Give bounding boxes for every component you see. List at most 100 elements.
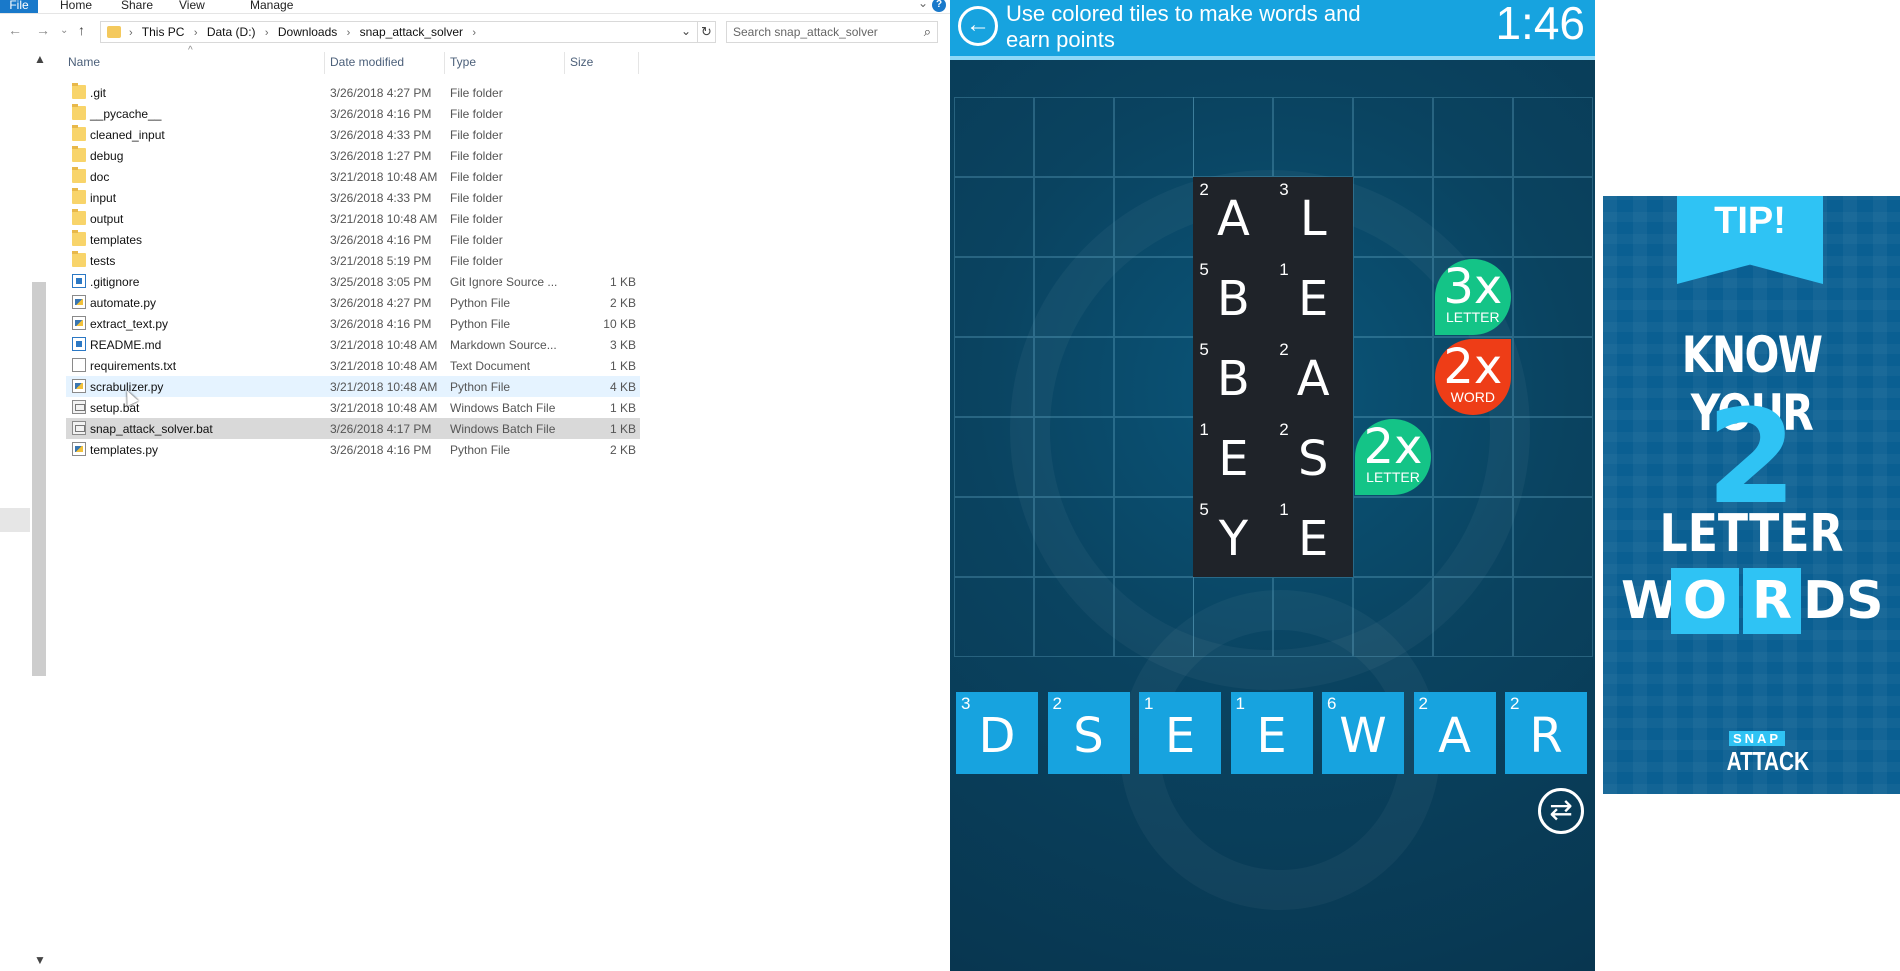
file-row[interactable]: README.md 3/21/2018 10:48 AM Markdown Sour… bbox=[66, 334, 640, 355]
board-cell[interactable] bbox=[1512, 337, 1593, 417]
board-cell[interactable] bbox=[1512, 177, 1593, 257]
board-cell[interactable] bbox=[1113, 337, 1194, 417]
board-tile[interactable]: 5B bbox=[1193, 337, 1274, 417]
file-row[interactable]: doc 3/21/2018 10:48 AM File folder bbox=[66, 166, 640, 187]
column-header-name[interactable]: Name bbox=[68, 55, 100, 69]
rack-tile[interactable]: 2A bbox=[1413, 692, 1496, 774]
board-tile[interactable]: 1E bbox=[1193, 417, 1274, 497]
board-cell[interactable] bbox=[1273, 97, 1354, 177]
rack-tile[interactable]: 1E bbox=[1230, 692, 1313, 774]
file-row[interactable]: requirements.txt 3/21/2018 10:48 AM Text D… bbox=[66, 355, 640, 376]
help-icon[interactable]: ? bbox=[932, 0, 946, 12]
column-divider[interactable] bbox=[564, 52, 565, 74]
board-cell[interactable] bbox=[954, 497, 1034, 577]
board-cell[interactable] bbox=[1113, 257, 1194, 337]
recent-locations-chevron-icon[interactable]: ⌄ bbox=[60, 25, 68, 36]
bonus-tile[interactable]: 2x WORD bbox=[1434, 339, 1511, 415]
column-header-type[interactable]: Type bbox=[450, 55, 476, 69]
column-header-size[interactable]: Size bbox=[570, 55, 593, 69]
board-cell[interactable] bbox=[1432, 577, 1513, 657]
board-cell[interactable] bbox=[1033, 257, 1114, 337]
board-cell[interactable] bbox=[1033, 177, 1114, 257]
board-cell[interactable] bbox=[1193, 577, 1274, 657]
board-tile[interactable]: 5Y bbox=[1193, 497, 1274, 577]
bonus-tile[interactable]: 3x LETTER bbox=[1434, 259, 1511, 335]
board-cell[interactable] bbox=[954, 337, 1034, 417]
board-tile[interactable]: 3L bbox=[1273, 177, 1354, 257]
file-row[interactable]: templates.py 3/26/2018 4:16 PM Python File… bbox=[66, 439, 640, 460]
file-row[interactable]: output 3/21/2018 10:48 AM File folder bbox=[66, 208, 640, 229]
board-cell[interactable] bbox=[1432, 497, 1513, 577]
board-cell[interactable] bbox=[1353, 337, 1433, 417]
file-row[interactable]: debug 3/26/2018 1:27 PM File folder bbox=[66, 145, 640, 166]
tab-view[interactable]: View bbox=[179, 0, 205, 13]
board-cell[interactable] bbox=[1033, 417, 1114, 497]
rack-tile[interactable]: 1E bbox=[1139, 692, 1221, 774]
file-row[interactable]: scrabulizer.py 3/21/2018 10:48 AM Python F… bbox=[66, 376, 640, 397]
search-input[interactable] bbox=[727, 22, 907, 42]
board-tile[interactable]: 5B bbox=[1193, 257, 1274, 337]
file-row[interactable]: .git 3/26/2018 4:27 PM File folder bbox=[66, 82, 640, 103]
breadcrumb-this-pc[interactable]: This PC bbox=[142, 25, 185, 39]
tab-file[interactable]: File bbox=[0, 0, 38, 13]
board-cell[interactable] bbox=[954, 417, 1034, 497]
search-icon[interactable]: ⌕ bbox=[924, 24, 931, 40]
column-divider[interactable] bbox=[444, 52, 445, 74]
board-cell[interactable] bbox=[1512, 97, 1593, 177]
breadcrumb-downloads[interactable]: Downloads bbox=[278, 25, 337, 39]
board-cell[interactable] bbox=[1113, 97, 1194, 177]
board-cell[interactable] bbox=[1113, 577, 1194, 657]
file-row[interactable]: .gitignore 3/25/2018 3:05 PM Git Ignore So… bbox=[66, 271, 640, 292]
board-tile[interactable]: 2A bbox=[1193, 177, 1274, 257]
board-cell[interactable] bbox=[1353, 577, 1433, 657]
board-cell[interactable] bbox=[1193, 97, 1274, 177]
tab-share[interactable]: Share bbox=[121, 0, 153, 13]
scroll-down-icon[interactable]: ▼ bbox=[34, 953, 46, 967]
column-divider[interactable] bbox=[638, 52, 639, 74]
up-arrow-icon[interactable]: ↑ bbox=[78, 22, 85, 38]
file-row[interactable]: automate.py 3/26/2018 4:27 PM Python File 2… bbox=[66, 292, 640, 313]
file-row[interactable]: templates 3/26/2018 4:16 PM File folder bbox=[66, 229, 640, 250]
column-divider[interactable] bbox=[324, 52, 325, 74]
board-cell[interactable] bbox=[1432, 417, 1513, 497]
board-cell[interactable] bbox=[1033, 97, 1114, 177]
board-cell[interactable] bbox=[954, 177, 1034, 257]
rack-tile[interactable]: 3D bbox=[956, 692, 1038, 774]
rack-tile[interactable]: 2R bbox=[1505, 692, 1587, 774]
file-row[interactable]: input 3/26/2018 4:33 PM File folder bbox=[66, 187, 640, 208]
column-header-date[interactable]: Date modified bbox=[330, 55, 404, 69]
bonus-tile[interactable]: 2x LETTER bbox=[1355, 419, 1431, 495]
board-cell[interactable] bbox=[1432, 177, 1513, 257]
board-cell[interactable] bbox=[1512, 257, 1593, 337]
board-cell[interactable] bbox=[1432, 97, 1513, 177]
file-row[interactable]: __pycache__ 3/26/2018 4:16 PM File folder bbox=[66, 103, 640, 124]
ribbon-expand-icon[interactable]: ⌄ bbox=[918, 0, 928, 10]
tab-manage[interactable]: Manage bbox=[250, 0, 293, 13]
shuffle-button[interactable]: ⇄ bbox=[1538, 788, 1584, 834]
back-arrow-icon[interactable]: ← bbox=[8, 22, 22, 38]
file-row[interactable]: tests 3/21/2018 5:19 PM File folder bbox=[66, 250, 640, 271]
board-cell[interactable] bbox=[1113, 497, 1194, 577]
breadcrumb-data-drive[interactable]: Data (D:) bbox=[207, 25, 256, 39]
board-cell[interactable] bbox=[1353, 497, 1433, 577]
nav-pane-scrollbar[interactable] bbox=[32, 282, 46, 676]
board-cell[interactable] bbox=[1113, 417, 1194, 497]
board-cell[interactable] bbox=[1033, 497, 1114, 577]
refresh-icon[interactable]: ↻ bbox=[698, 21, 716, 43]
address-dropdown-icon[interactable]: ⌄ bbox=[681, 24, 691, 38]
board-cell[interactable] bbox=[1512, 417, 1593, 497]
board-cell[interactable] bbox=[954, 97, 1034, 177]
board-cell[interactable] bbox=[1353, 257, 1433, 337]
board-tile[interactable]: 1E bbox=[1273, 257, 1354, 337]
file-row[interactable]: snap_attack_solver.bat 3/26/2018 4:17 PM W… bbox=[66, 418, 640, 439]
board-cell[interactable] bbox=[1273, 577, 1354, 657]
board-tile[interactable]: 2A bbox=[1273, 337, 1354, 417]
tab-home[interactable]: Home bbox=[60, 0, 92, 13]
address-bar[interactable]: › This PC › Data (D:) › Downloads › snap… bbox=[100, 21, 698, 43]
back-button[interactable]: ← bbox=[958, 6, 998, 46]
file-row[interactable]: cleaned_input 3/26/2018 4:33 PM File folde… bbox=[66, 124, 640, 145]
board-cell[interactable] bbox=[1512, 497, 1593, 577]
board-cell[interactable] bbox=[1512, 577, 1593, 657]
board-cell[interactable] bbox=[1113, 177, 1194, 257]
breadcrumb-snap-attack-solver[interactable]: snap_attack_solver bbox=[360, 25, 463, 39]
